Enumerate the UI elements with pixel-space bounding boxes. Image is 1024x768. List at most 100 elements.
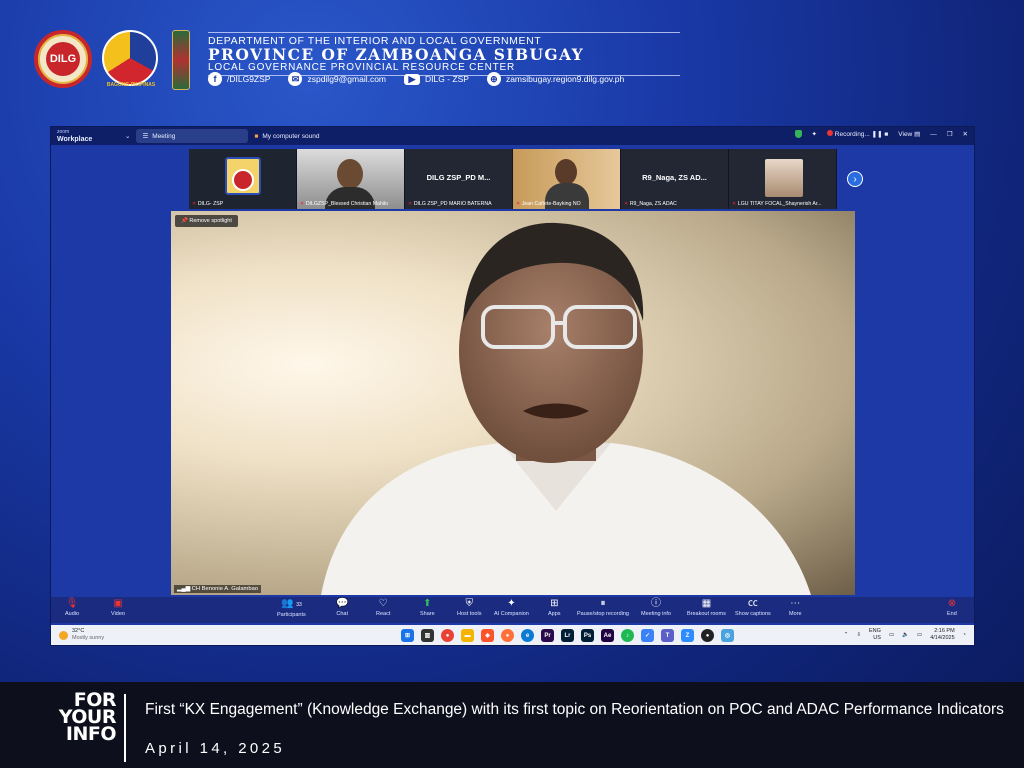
participant-video-person	[555, 159, 577, 185]
firefox-icon[interactable]: ●	[501, 629, 514, 642]
sparkle-icon[interactable]: ✦	[812, 130, 817, 138]
email-address: zspdilg9@gmail.com	[307, 74, 387, 84]
react-button[interactable]: ♡ React	[376, 598, 391, 618]
spotlight-video[interactable]: 📌 Remove spotlight ▂▄▆ CH Benonie A. Gal…	[171, 211, 855, 595]
participant-name: ✕ DILGZSP_Blessed Christian Mahilo	[300, 201, 388, 207]
bagong-pilipinas-caption: BAGONG PILIPINAS	[106, 82, 156, 88]
lightroom-icon[interactable]: Lr	[561, 629, 574, 642]
windows-start-icon[interactable]: ⊞	[401, 629, 414, 642]
notification-icon[interactable]: ◔	[963, 632, 966, 638]
tab-meeting-label: Meeting	[152, 132, 176, 140]
temperature: 32°C	[72, 628, 85, 634]
youtube-handle: DILG - ZSP	[425, 74, 469, 84]
participant-tile[interactable]: ✕ LGU TITAY FOCAL_Shaynerish Ar...	[729, 149, 837, 209]
zoom-brand: zoom Workplace	[57, 129, 119, 143]
tab-sound-label: My computer sound	[262, 132, 320, 140]
zoom-icon[interactable]: Z	[681, 629, 694, 642]
premiere-icon[interactable]: Pr	[541, 629, 554, 642]
brave-icon[interactable]: ◆	[481, 629, 494, 642]
tab-meeting[interactable]: ☰ Meeting	[136, 129, 249, 143]
view-button[interactable]: View ▤	[898, 130, 920, 138]
chevron-up-icon[interactable]: ⌃	[844, 632, 849, 638]
participant-tile[interactable]: ✕ DILG- ZSP	[189, 149, 297, 209]
recording-indicator[interactable]: Recording... ❚❚ ■	[826, 130, 888, 138]
speaker-icon[interactable]: 🔈	[902, 632, 909, 638]
captions-label: Show captions	[735, 611, 771, 617]
cc-icon: ㏄	[747, 598, 758, 609]
participants-label: Participants	[277, 612, 306, 618]
chrome-icon[interactable]: ●	[441, 629, 454, 642]
more-button[interactable]: ⋯ More	[789, 599, 802, 618]
breakout-label: Breakout rooms	[687, 611, 726, 617]
monitor-icon[interactable]: ▭	[889, 632, 894, 638]
remove-spotlight-label: Remove spotlight	[189, 218, 232, 224]
participant-name: ✕ DILG- ZSP	[192, 201, 224, 207]
clock-time: 2:16 PM	[934, 628, 955, 634]
close-icon[interactable]: ✕	[963, 130, 968, 138]
dilg-logo: DILG	[34, 30, 92, 88]
heart-icon: ♡	[378, 598, 388, 609]
participants-icon: 👥 33	[280, 598, 302, 609]
facebook-contact: f /DILG9ZSP	[208, 72, 270, 86]
pause-icon: ⏸	[600, 598, 606, 609]
participant-tile[interactable]: DILG ZSP_PD M... ✕ DILG ZSP_PD MARIO BAT…	[405, 149, 513, 209]
ai-companion-button[interactable]: ✦ AI Companion	[494, 599, 529, 618]
clock[interactable]: 2:16 PM 4/14/2025	[930, 628, 954, 642]
task-view-icon[interactable]: ▥	[421, 629, 434, 642]
end-icon: ⊗	[947, 598, 957, 609]
end-label: End	[947, 611, 957, 617]
share-button[interactable]: ⬆ Share	[420, 599, 435, 618]
check-icon[interactable]: ✓	[641, 629, 654, 642]
system-tray: ⌃ ⇩ ENG US ▭ 🔈 ▭ 2:16 PM 4/14/2025 ◔	[844, 628, 966, 642]
chevron-down-icon[interactable]: ⌄	[119, 129, 136, 143]
file-explorer-icon[interactable]: ▬	[461, 629, 474, 642]
photoshop-icon[interactable]: Ps	[581, 629, 594, 642]
remove-spotlight-button[interactable]: 📌 Remove spotlight	[175, 215, 238, 227]
restore-icon[interactable]: ❐	[947, 130, 953, 138]
captions-button[interactable]: ㏄ Show captions	[735, 598, 771, 618]
speaker-name: ▂▄▆ CH Benonie A. Galambao	[174, 585, 262, 593]
participant-strip: ✕ DILG- ZSP ✕ DILGZSP_Blessed Christian …	[189, 149, 839, 209]
dilg-zsp-avatar	[225, 157, 261, 195]
participant-tile[interactable]: ✕ DILGZSP_Blessed Christian Mahilo	[297, 149, 405, 209]
zoom-brand-top: zoom	[57, 129, 70, 135]
breakout-rooms-button[interactable]: ▦ Breakout rooms	[687, 599, 726, 618]
header-rule-top	[208, 32, 680, 33]
obs-icon[interactable]: ●	[701, 629, 714, 642]
next-page-button[interactable]: ›	[847, 171, 863, 187]
participant-tile[interactable]: ✕ Jean Cañete-Bayking NO	[513, 149, 621, 209]
bagong-pilipinas-logo	[102, 30, 158, 86]
shield-icon[interactable]	[794, 130, 802, 138]
recording-button-label: Pause/stop recording	[577, 611, 629, 617]
usb-icon[interactable]: ⇩	[856, 632, 861, 638]
audio-button[interactable]: 🎙 Audio	[65, 599, 79, 618]
spotify-icon[interactable]: ♪	[621, 629, 634, 642]
mic-muted-icon: ✕	[624, 201, 629, 207]
participants-button[interactable]: 👥 33 Participants	[277, 598, 306, 619]
windows-taskbar: 32°C Mostly sunny ⊞ ▥ ● ▬ ◆ ● e Pr Lr Ps…	[51, 625, 974, 645]
facebook-handle: /DILG9ZSP	[227, 74, 271, 84]
participant-tile[interactable]: R9_Naga, ZS AD... ✕ R9_Naga, ZS ADAC	[621, 149, 729, 209]
weather-widget[interactable]: 32°C Mostly sunny	[59, 628, 104, 642]
apps-button[interactable]: ⊞ Apps	[548, 598, 561, 618]
app-icon[interactable]: ◎	[721, 629, 734, 642]
edge-icon[interactable]: e	[521, 629, 534, 642]
chat-button[interactable]: 💬 Chat	[336, 599, 349, 618]
teams-icon[interactable]: T	[661, 629, 674, 642]
battery-icon[interactable]: ▭	[917, 632, 922, 638]
end-button[interactable]: ⊗ End	[947, 598, 957, 618]
meeting-info-button[interactable]: ⓘ Meeting info	[641, 599, 671, 618]
chat-label: Chat	[336, 611, 349, 617]
post-caption: First “KX Engagement” (Knowledge Exchang…	[145, 701, 1004, 718]
header-titles: DEPARTMENT OF THE INTERIOR AND LOCAL GOV…	[208, 32, 680, 76]
after-effects-icon[interactable]: Ae	[601, 629, 614, 642]
language-indicator[interactable]: ENG US	[869, 628, 881, 642]
react-label: React	[376, 611, 391, 617]
host-tools-button[interactable]: ⛨ Host tools	[457, 599, 481, 618]
apps-icon: ⊞	[550, 598, 559, 609]
tab-computer-sound[interactable]: ■ My computer sound	[248, 129, 325, 143]
minimize-icon[interactable]: —	[930, 131, 937, 138]
recording-button[interactable]: ⏸ Pause/stop recording	[577, 598, 629, 618]
meeting-toolbar: 🎙 Audio ▣ Video 👥 33 Participants 💬 Chat…	[51, 597, 974, 623]
video-button[interactable]: ▣ Video	[111, 599, 125, 618]
